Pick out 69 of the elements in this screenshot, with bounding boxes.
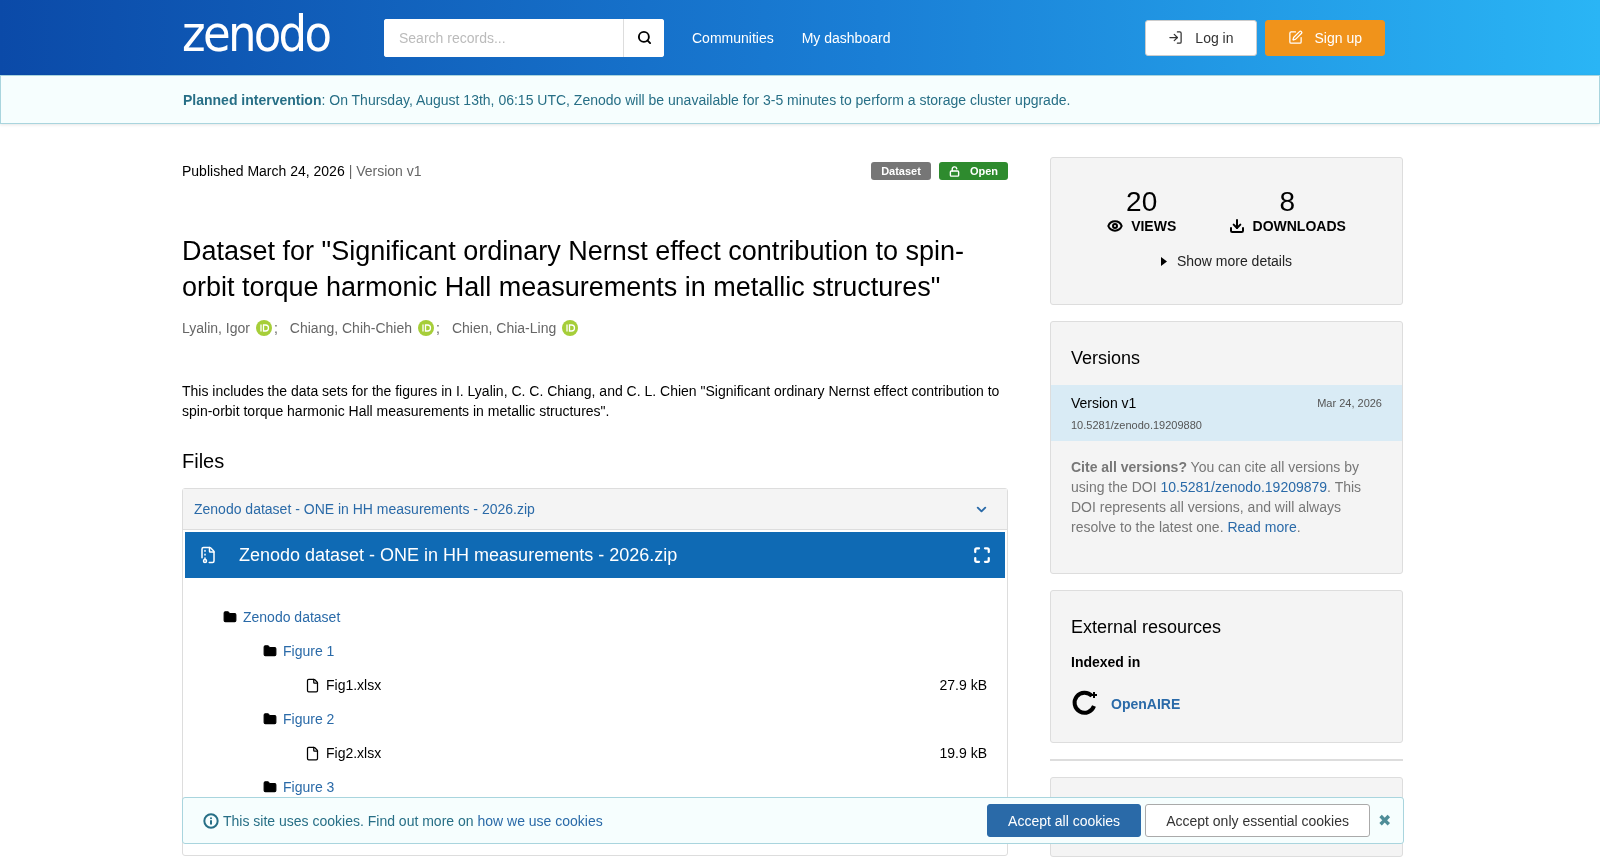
- nav-link[interactable]: My dashboard: [801, 29, 891, 46]
- stat-label: VIEWS: [1107, 218, 1177, 234]
- pencil-icon: [1287, 30, 1303, 45]
- eye-icon: [1107, 218, 1124, 234]
- file-name: Fig1.xlsx: [326, 677, 383, 693]
- author-link[interactable]: Chien, Chia-Ling: [451, 320, 557, 336]
- folder-icon: [263, 780, 277, 794]
- description: This includes the data sets for the figures in I. Lyalin, C. C. Chiang, and C. L. Chien "Significant ordinary Nernst effect contribution to spin-orbit torque harmonic Hall measurements in metallic structures".: [182, 382, 1001, 421]
- subheading: Indexed in: [1070, 654, 1142, 672]
- cookie-text: This site uses cookies. Find out more on how we use cookies: [223, 812, 604, 829]
- card-heading: Versions: [1070, 347, 1142, 370]
- notice-text: Planned intervention: On Thursday, August 13th, 06:15 UTC, Zenodo will be unavailable for 3-5 minutes to perform a storage cluster upgrade.: [183, 91, 1071, 108]
- folder-link[interactable]: Figure 2: [283, 711, 335, 727]
- file-size: 19.9 kB: [939, 745, 987, 761]
- accordion-title: Zenodo dataset - ONE in HH measurements - 2026.zip: [194, 501, 535, 517]
- folder-link[interactable]: Figure 3: [283, 779, 335, 795]
- id-badge-icon[interactable]: [255, 320, 272, 336]
- close-button[interactable]: ✖: [1374, 811, 1395, 830]
- author-link[interactable]: Chiang, Chih-Chieh: [289, 320, 413, 336]
- section-heading: Files: [182, 450, 226, 473]
- caret-icon: [1160, 256, 1167, 266]
- version-label: | Version v1: [348, 163, 422, 179]
- cite-note: Cite all versions? You can cite all versions by using the DOI 10.5281/zenodo.19209879. This DOI represents all versions, and will always resolve to the latest one. Read more.: [1070, 458, 1363, 537]
- ring-logo-icon: [1071, 690, 1099, 718]
- published-date: Published March 24, 2026: [182, 163, 345, 179]
- archive-icon: [199, 546, 217, 564]
- accept-essential-button[interactable]: Accept only essential cookies: [1145, 804, 1370, 837]
- folder-icon: [263, 712, 277, 726]
- download-icon: [1228, 218, 1245, 234]
- fullscreen-icon[interactable]: [973, 546, 991, 564]
- stat-value: 8: [1279, 186, 1295, 218]
- search-field[interactable]: Search records...: [384, 18, 664, 57]
- search-button[interactable]: [623, 18, 664, 57]
- version-item[interactable]: Version v1 Mar 24, 2026 10.5281/zenodo.19209880: [1051, 385, 1402, 441]
- id-badge-icon[interactable]: [562, 320, 579, 336]
- login-icon: [1168, 30, 1184, 45]
- file-size: 27.9 kB: [939, 677, 987, 693]
- id-badge-icon[interactable]: [418, 320, 435, 336]
- separator: ;: [436, 320, 440, 336]
- stat-value: 20: [1126, 186, 1158, 218]
- nav-link[interactable]: Communities: [692, 29, 774, 46]
- details-toggle[interactable]: Show more details: [1154, 252, 1299, 270]
- login-button[interactable]: Log in: [1145, 19, 1257, 56]
- folder-icon: [263, 644, 277, 658]
- folder-link[interactable]: Zenodo dataset: [243, 609, 341, 625]
- card-heading: External resources: [1070, 616, 1223, 639]
- type-badge: Dataset: [871, 162, 931, 180]
- file-icon: [305, 677, 320, 693]
- separator: ;: [273, 320, 278, 336]
- version-date: Mar 24, 2026: [1317, 397, 1382, 409]
- version-doi: 10.5281/zenodo.19209880: [1071, 419, 1203, 431]
- resource-link[interactable]: OpenAIRE: [1111, 696, 1181, 712]
- info-icon: [203, 812, 219, 829]
- access-badge: Open: [938, 162, 1008, 180]
- file-accordion[interactable]: Zenodo dataset - ONE in HH measurements - 2026.zip: [183, 489, 1007, 530]
- cookie-policy-link[interactable]: how we use cookies: [477, 812, 603, 829]
- record-title: Dataset for "Significant ordinary Nernst effect contribution to spin-orbit torque harmonic Hall measurements in metallic structures": [182, 235, 965, 304]
- stat-label: DOWNLOADS: [1228, 218, 1346, 234]
- search-icon: [636, 30, 652, 45]
- version-label: Version v1: [1071, 395, 1137, 411]
- folder-icon: [223, 610, 237, 624]
- author-link[interactable]: Lyalin, Igor: [182, 320, 250, 336]
- doi-link[interactable]: 10.5281/zenodo.19209879: [1160, 479, 1328, 495]
- preview-title: Zenodo dataset - ONE in HH measurements - 2026.zip: [239, 544, 679, 566]
- folder-link[interactable]: Figure 1: [283, 643, 335, 659]
- file-icon: [305, 745, 320, 761]
- read-more-link[interactable]: Read more: [1227, 519, 1297, 535]
- accept-all-button[interactable]: Accept all cookies: [987, 804, 1142, 837]
- file-name: Fig2.xlsx: [326, 745, 383, 761]
